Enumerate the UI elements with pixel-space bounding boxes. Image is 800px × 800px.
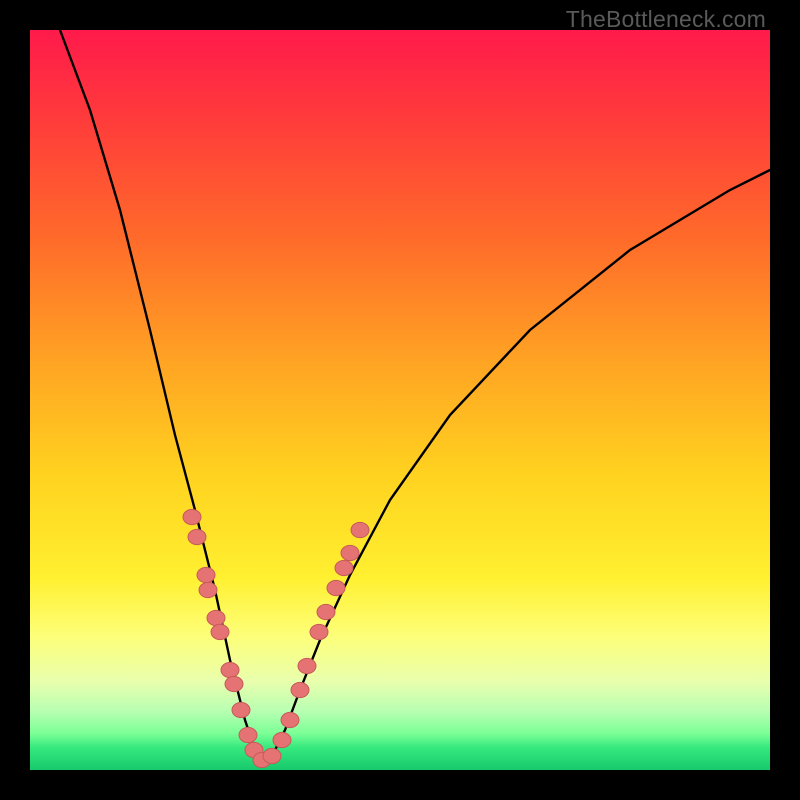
data-point: [335, 560, 353, 575]
data-point: [341, 545, 359, 560]
data-point: [310, 624, 328, 639]
data-point: [239, 727, 257, 742]
data-point: [273, 732, 291, 747]
data-point: [232, 702, 250, 717]
data-point: [225, 676, 243, 691]
data-point: [281, 712, 299, 727]
data-point: [298, 658, 316, 673]
data-point: [199, 582, 217, 597]
data-point: [351, 522, 369, 537]
bottleneck-curve: [60, 30, 770, 760]
data-point: [207, 610, 225, 625]
watermark-text: TheBottleneck.com: [566, 6, 766, 33]
data-point: [211, 624, 229, 639]
data-point: [188, 529, 206, 544]
data-point: [263, 748, 281, 763]
plot-area: [30, 30, 770, 770]
data-point: [327, 580, 345, 595]
curve-svg: [30, 30, 770, 770]
chart-frame: TheBottleneck.com: [0, 0, 800, 800]
data-point: [197, 567, 215, 582]
data-points-group: [183, 509, 369, 767]
data-point: [291, 682, 309, 697]
data-point: [183, 509, 201, 524]
data-point: [221, 662, 239, 677]
data-point: [317, 604, 335, 619]
